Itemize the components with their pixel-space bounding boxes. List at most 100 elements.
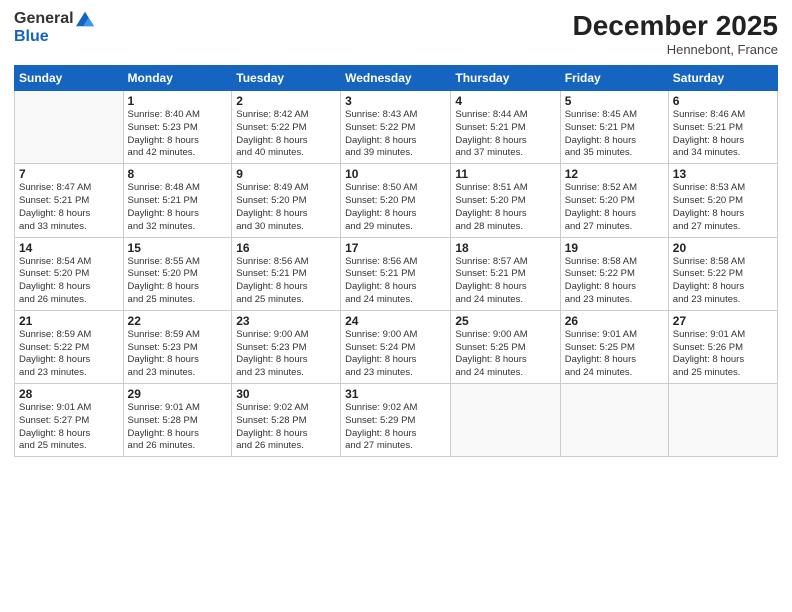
calendar-cell: 31Sunrise: 9:02 AMSunset: 5:29 PMDayligh… xyxy=(341,384,451,457)
week-row-1: 7Sunrise: 8:47 AM Sunset: 5:21 PM Daylight… xyxy=(15,164,778,237)
day-detail: Sunrise: 8:45 AMSunset: 5:21 PMDaylight:… xyxy=(565,109,664,160)
day-info-line: Sunrise: 8:49 AM xyxy=(236,182,336,195)
calendar-cell: 23Sunrise: 9:00 AMSunset: 5:23 PMDayligh… xyxy=(232,310,341,383)
day-info-line: Sunset: 5:28 PM xyxy=(236,415,336,428)
day-info-line: and 33 minutes. xyxy=(19,221,119,234)
day-info-line: Sunrise: 8:51 AM xyxy=(455,182,555,195)
day-info-line: and 34 minutes. xyxy=(673,147,773,160)
day-info-line: Sunrise: 9:00 AM xyxy=(236,329,336,342)
calendar-cell: 24Sunrise: 9:00 AMSunset: 5:24 PMDayligh… xyxy=(341,310,451,383)
day-info-line: Sunset: 5:20 PM xyxy=(565,195,664,208)
day-info-line: and 23 minutes. xyxy=(236,367,336,380)
day-info-line: and 25 minutes. xyxy=(128,294,228,307)
day-info-line: Sunrise: 9:02 AM xyxy=(236,402,336,415)
day-number: 7 xyxy=(19,167,119,181)
day-info-line: Sunrise: 8:47 AM xyxy=(19,182,119,195)
day-info-line: and 32 minutes. xyxy=(128,221,228,234)
day-info-line: Daylight: 8 hours xyxy=(673,208,773,221)
month-title: December 2025 xyxy=(573,10,778,42)
day-info-line: Sunrise: 8:55 AM xyxy=(128,256,228,269)
day-info-line: Sunset: 5:20 PM xyxy=(236,195,336,208)
day-number: 16 xyxy=(236,241,336,255)
day-info-line: Sunrise: 9:00 AM xyxy=(345,329,446,342)
day-detail: Sunrise: 8:50 AMSunset: 5:20 PMDaylight:… xyxy=(345,182,446,233)
day-info-line: Sunset: 5:21 PM xyxy=(128,195,228,208)
day-info-line: Sunset: 5:21 PM xyxy=(345,268,446,281)
day-info-line: Daylight: 8 hours xyxy=(19,354,119,367)
day-info-line: Sunrise: 9:01 AM xyxy=(565,329,664,342)
day-info-line: Sunset: 5:22 PM xyxy=(673,268,773,281)
day-info-line: Sunset: 5:21 PM xyxy=(455,122,555,135)
day-number: 22 xyxy=(128,314,228,328)
day-info-line: Sunrise: 8:56 AM xyxy=(236,256,336,269)
calendar-cell xyxy=(451,384,560,457)
day-info-line: and 23 minutes. xyxy=(565,294,664,307)
day-info-line: Sunrise: 8:57 AM xyxy=(455,256,555,269)
day-info-line: and 35 minutes. xyxy=(565,147,664,160)
week-row-3: 21Sunrise: 8:59 AMSunset: 5:22 PMDayligh… xyxy=(15,310,778,383)
day-info-line: Daylight: 8 hours xyxy=(673,135,773,148)
day-info-line: Sunset: 5:22 PM xyxy=(345,122,446,135)
day-number: 14 xyxy=(19,241,119,255)
day-detail: Sunrise: 9:02 AMSunset: 5:29 PMDaylight:… xyxy=(345,402,446,453)
week-row-2: 14Sunrise: 8:54 AMSunset: 5:20 PMDayligh… xyxy=(15,237,778,310)
day-number: 10 xyxy=(345,167,446,181)
day-info-line: Daylight: 8 hours xyxy=(455,281,555,294)
day-number: 18 xyxy=(455,241,555,255)
day-number: 5 xyxy=(565,94,664,108)
header-wednesday: Wednesday xyxy=(341,66,451,91)
day-info-line: Sunset: 5:27 PM xyxy=(19,415,119,428)
day-info-line: Daylight: 8 hours xyxy=(236,208,336,221)
day-info-line: Sunrise: 8:44 AM xyxy=(455,109,555,122)
day-info-line: Sunset: 5:25 PM xyxy=(565,342,664,355)
day-info-line: and 23 minutes. xyxy=(345,367,446,380)
day-info-line: Sunset: 5:20 PM xyxy=(19,268,119,281)
day-detail: Sunrise: 8:49 AMSunset: 5:20 PMDaylight:… xyxy=(236,182,336,233)
day-info-line: Sunrise: 8:53 AM xyxy=(673,182,773,195)
title-block: December 2025 Hennebont, France xyxy=(573,10,778,57)
header-thursday: Thursday xyxy=(451,66,560,91)
day-info-line: Daylight: 8 hours xyxy=(236,135,336,148)
day-info-line: Daylight: 8 hours xyxy=(236,428,336,441)
calendar-cell: 1Sunrise: 8:40 AMSunset: 5:23 PMDaylight… xyxy=(123,91,232,164)
day-info-line: Sunrise: 9:01 AM xyxy=(673,329,773,342)
day-info-line: Daylight: 8 hours xyxy=(673,281,773,294)
day-info-line: Sunrise: 9:01 AM xyxy=(128,402,228,415)
logo-icon xyxy=(76,10,94,28)
week-row-0: 1Sunrise: 8:40 AMSunset: 5:23 PMDaylight… xyxy=(15,91,778,164)
day-info-line: Daylight: 8 hours xyxy=(345,135,446,148)
day-info-line: and 27 minutes. xyxy=(673,221,773,234)
day-info-line: and 28 minutes. xyxy=(455,221,555,234)
day-info-line: Daylight: 8 hours xyxy=(128,135,228,148)
day-info-line: Daylight: 8 hours xyxy=(345,281,446,294)
day-number: 26 xyxy=(565,314,664,328)
day-info-line: and 26 minutes. xyxy=(19,294,119,307)
day-number: 19 xyxy=(565,241,664,255)
day-info-line: Sunrise: 8:42 AM xyxy=(236,109,336,122)
day-info-line: and 24 minutes. xyxy=(455,367,555,380)
day-info-line: and 26 minutes. xyxy=(128,440,228,453)
day-info-line: and 42 minutes. xyxy=(128,147,228,160)
calendar-cell: 21Sunrise: 8:59 AMSunset: 5:22 PMDayligh… xyxy=(15,310,124,383)
calendar-cell: 20Sunrise: 8:58 AMSunset: 5:22 PMDayligh… xyxy=(668,237,777,310)
day-info-line: Sunset: 5:21 PM xyxy=(673,122,773,135)
calendar-table: Sunday Monday Tuesday Wednesday Thursday… xyxy=(14,65,778,457)
day-info-line: Sunrise: 9:00 AM xyxy=(455,329,555,342)
day-info-line: Sunset: 5:25 PM xyxy=(455,342,555,355)
day-info-line: Sunrise: 8:45 AM xyxy=(565,109,664,122)
day-info-line: Sunset: 5:26 PM xyxy=(673,342,773,355)
day-info-line: Daylight: 8 hours xyxy=(345,428,446,441)
day-info-line: Sunset: 5:23 PM xyxy=(128,122,228,135)
day-detail: Sunrise: 8:59 AMSunset: 5:22 PMDaylight:… xyxy=(19,329,119,380)
day-info-line: Sunrise: 8:50 AM xyxy=(345,182,446,195)
header: General Blue December 2025 Hennebont, Fr… xyxy=(14,10,778,57)
day-detail: Sunrise: 8:43 AMSunset: 5:22 PMDaylight:… xyxy=(345,109,446,160)
day-detail: Sunrise: 8:56 AMSunset: 5:21 PMDaylight:… xyxy=(236,256,336,307)
day-number: 12 xyxy=(565,167,664,181)
day-info-line: Sunset: 5:22 PM xyxy=(236,122,336,135)
day-info-line: and 23 minutes. xyxy=(19,367,119,380)
calendar-cell: 26Sunrise: 9:01 AMSunset: 5:25 PMDayligh… xyxy=(560,310,668,383)
calendar-cell: 10Sunrise: 8:50 AMSunset: 5:20 PMDayligh… xyxy=(341,164,451,237)
day-info-line: Sunrise: 8:56 AM xyxy=(345,256,446,269)
day-number: 8 xyxy=(128,167,228,181)
